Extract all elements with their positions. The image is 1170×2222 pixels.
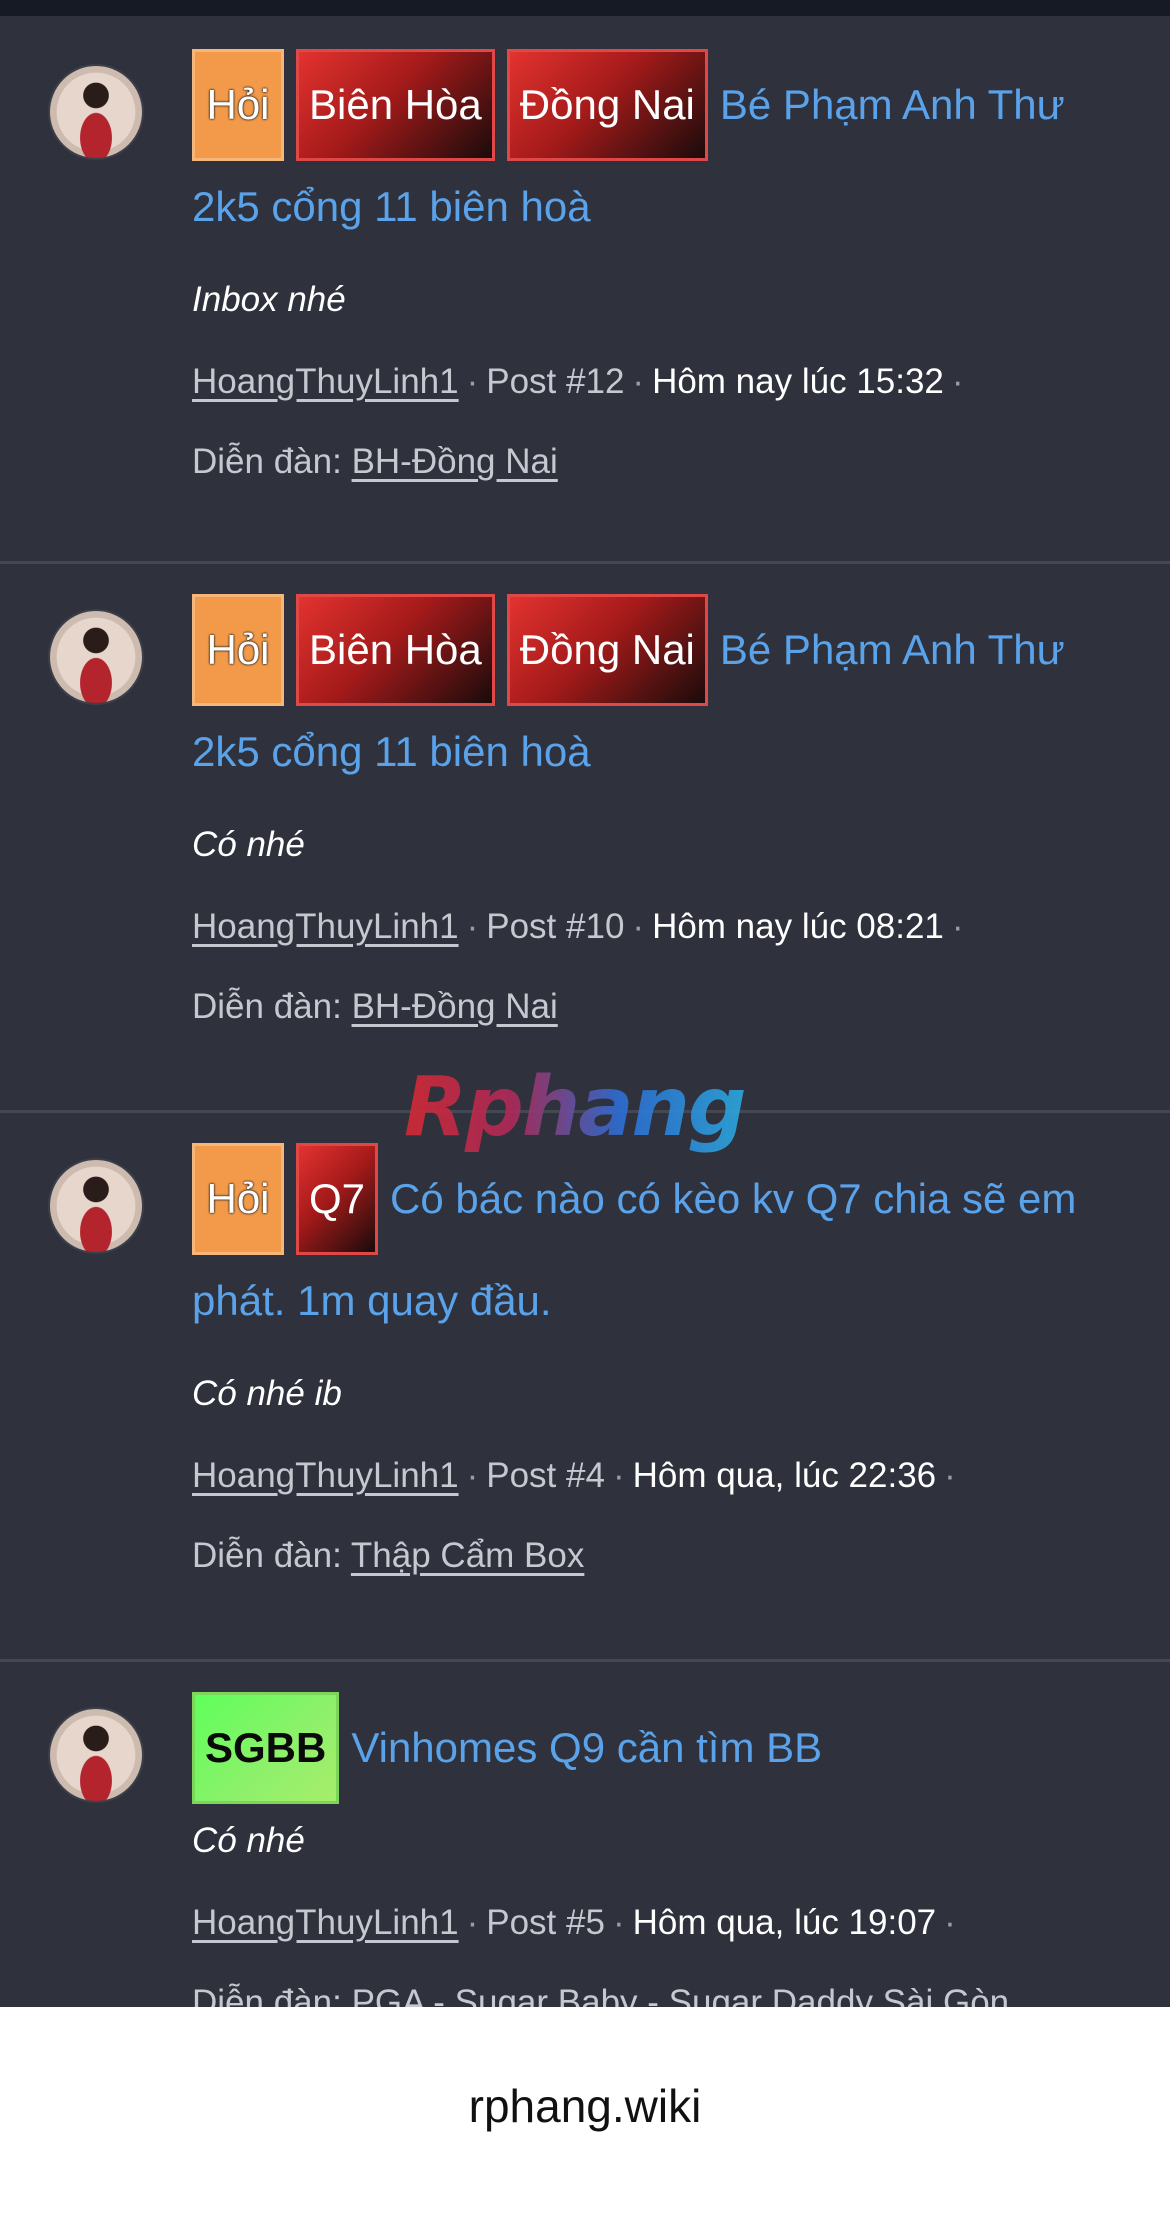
prefix-badge-location[interactable]: Biên Hòa	[296, 594, 495, 706]
separator: ·	[466, 907, 479, 946]
prefix-badge-hoi[interactable]: Hỏi	[192, 49, 284, 161]
thread-title[interactable]: Hỏi Biên Hòa Đồng Nai Bé Phạm Anh Thư 2k…	[192, 49, 1122, 258]
username-link[interactable]: HoangThuyLinh1	[192, 362, 459, 401]
separator: ·	[466, 362, 479, 401]
prefix-badge-hoi[interactable]: Hỏi	[192, 594, 284, 706]
post-snippet: Inbox nhé	[192, 280, 346, 319]
thread-title-text-continued[interactable]: phát. 1m quay đầu.	[192, 1250, 1122, 1352]
post-snippet: Có nhé ib	[192, 1374, 342, 1413]
separator: ·	[612, 1903, 625, 1942]
prefix-badge-hoi[interactable]: Hỏi	[192, 1143, 284, 1255]
site-domain[interactable]: rphang.wiki	[469, 2079, 702, 2133]
forum-line: Diễn đàn: Thập Cẩm Box	[192, 1516, 1122, 1596]
username-link[interactable]: HoangThuyLinh1	[192, 1456, 459, 1495]
separator: ·	[466, 1456, 479, 1495]
separator: ·	[951, 362, 964, 401]
top-status-bar	[0, 0, 1170, 16]
post-snippet: Có nhé	[192, 1821, 305, 1860]
thread-title-text-continued[interactable]: 2k5 cổng 11 biên hoà	[192, 156, 1122, 258]
avatar[interactable]	[48, 1707, 144, 1803]
post-time: Hôm nay lúc 08:21	[652, 907, 944, 946]
thread-title[interactable]: Hỏi Biên Hòa Đồng Nai Bé Phạm Anh Thư 2k…	[192, 594, 1122, 803]
post-meta: HoangThuyLinh1 · Post #12 · Hôm nay lúc 15:3…	[192, 342, 1122, 422]
separator: ·	[466, 1903, 479, 1942]
post-snippet: Có nhé	[192, 825, 305, 864]
forum-link[interactable]: BH-Đồng Nai	[352, 987, 558, 1026]
forum-line: Diễn đàn: BH-Đồng Nai	[192, 422, 1122, 502]
post-meta: HoangThuyLinh1 · Post #10 · Hôm nay lúc 08:2…	[192, 887, 1122, 967]
thread-title-text-continued[interactable]: 2k5 cổng 11 biên hoà	[192, 701, 1122, 803]
list-item: Hỏi Biên Hòa Đồng Nai Bé Phạm Anh Thư 2k…	[0, 564, 1170, 1113]
avatar[interactable]	[48, 64, 144, 160]
prefix-badge-sgbb[interactable]: SGBB	[192, 1692, 340, 1804]
separator: ·	[944, 1456, 956, 1495]
prefix-badge-region[interactable]: Đồng Nai	[506, 49, 708, 161]
forum-label: Diễn đàn:	[192, 1536, 342, 1575]
post-meta: HoangThuyLinh1 · Post #5 · Hôm qua, lúc 19:0…	[192, 1883, 1122, 1963]
thread-title[interactable]: Hỏi Q7 Có bác nào có kèo kv Q7 chia sẽ e…	[192, 1143, 1122, 1352]
prefix-badge-location[interactable]: Biên Hòa	[296, 49, 495, 161]
separator: ·	[632, 362, 645, 401]
thread-title-text[interactable]: Có bác nào có kèo kv Q7 chia sẽ em	[390, 1148, 1076, 1250]
prefix-badge-location[interactable]: Q7	[296, 1143, 379, 1255]
separator: ·	[632, 907, 645, 946]
separator: ·	[944, 1903, 956, 1942]
separator: ·	[612, 1456, 625, 1495]
forum-line: Diễn đàn: BH-Đồng Nai	[192, 967, 1122, 1047]
post-time: Hôm qua, lúc 19:07	[632, 1903, 937, 1942]
watermark-logo: Rphang	[404, 1060, 764, 1160]
list-item: Hỏi Biên Hòa Đồng Nai Bé Phạm Anh Thư 2k…	[0, 16, 1170, 564]
post-meta: HoangThuyLinh1 · Post #4 · Hôm qua, lúc 22:3…	[192, 1436, 1122, 1516]
separator: ·	[951, 907, 964, 946]
username-link[interactable]: HoangThuyLinh1	[192, 1903, 459, 1942]
username-link[interactable]: HoangThuyLinh1	[192, 907, 459, 946]
forum-label: Diễn đàn:	[192, 987, 342, 1026]
forum-link[interactable]: Thập Cẩm Box	[351, 1536, 584, 1575]
thread-title-text[interactable]: Vinhomes Q9 cần tìm BB	[351, 1697, 822, 1799]
thread-title-text[interactable]: Bé Phạm Anh Thư	[720, 599, 1065, 701]
post-time: Hôm qua, lúc 22:36	[632, 1456, 937, 1495]
avatar[interactable]	[48, 1158, 144, 1254]
prefix-badge-region[interactable]: Đồng Nai	[506, 594, 708, 706]
avatar[interactable]	[48, 609, 144, 705]
thread-title-text[interactable]: Bé Phạm Anh Thư	[720, 54, 1065, 156]
address-bar[interactable]: rphang.wiki	[0, 2007, 1170, 2222]
post-time: Hôm nay lúc 15:32	[652, 362, 944, 401]
post-number: Post #10	[486, 907, 625, 946]
thread-title[interactable]: SGBB Vinhomes Q9 cần tìm BB	[192, 1692, 1122, 1804]
post-number: Post #4	[486, 1456, 605, 1495]
list-item: Hỏi Q7 Có bác nào có kèo kv Q7 chia sẽ e…	[0, 1113, 1170, 1662]
post-number: Post #5	[486, 1903, 605, 1942]
forum-link[interactable]: BH-Đồng Nai	[352, 442, 558, 481]
post-number: Post #12	[486, 362, 625, 401]
forum-label: Diễn đàn:	[192, 442, 342, 481]
